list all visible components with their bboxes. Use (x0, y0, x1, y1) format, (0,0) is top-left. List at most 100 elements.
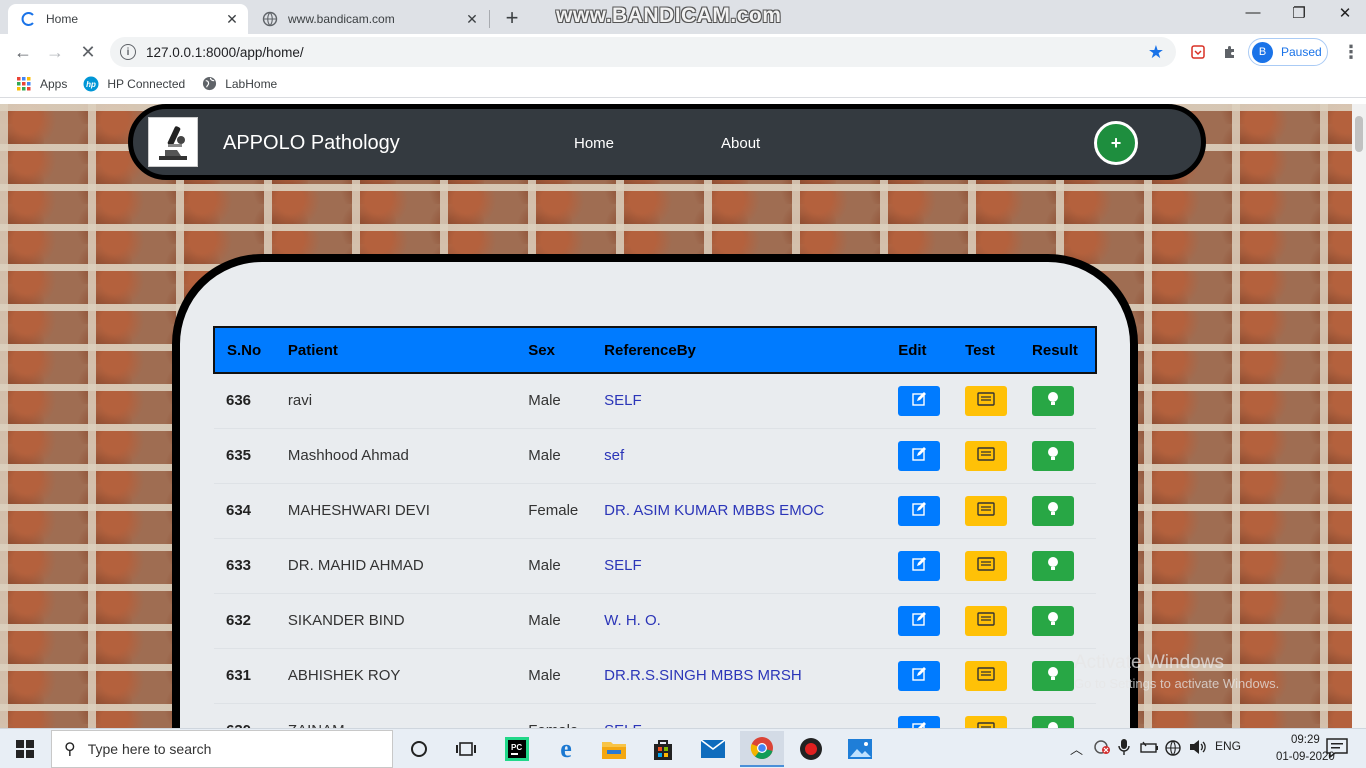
edit-button[interactable] (898, 495, 941, 526)
microscope-logo-icon[interactable] (148, 117, 198, 167)
edit-icon (911, 501, 927, 521)
stop-loading-button[interactable]: ✕ (75, 39, 101, 65)
lightbulb-icon (1046, 721, 1060, 728)
edit-button[interactable] (898, 385, 941, 416)
edit-button[interactable] (898, 550, 941, 581)
result-button[interactable] (1032, 550, 1075, 581)
minimize-button[interactable]: — (1230, 4, 1276, 28)
test-button[interactable] (965, 550, 1008, 581)
volume-icon[interactable] (1188, 739, 1208, 758)
profile-status: Paused (1281, 45, 1322, 59)
test-button[interactable] (965, 715, 1008, 728)
globe-icon (262, 11, 278, 27)
site-info-icon[interactable]: i (120, 44, 136, 60)
search-placeholder: Type here to search (87, 741, 212, 757)
extensions-puzzle-icon[interactable] (1220, 42, 1240, 62)
result-button[interactable] (1032, 495, 1075, 526)
cell-edit (886, 593, 954, 649)
windows-start-icon[interactable] (0, 729, 50, 768)
edit-button[interactable] (898, 440, 941, 471)
profile-button[interactable]: B Paused (1248, 38, 1328, 66)
taskbar-search-box[interactable]: ⚲ Type here to search (51, 730, 393, 768)
edit-icon (911, 611, 927, 631)
cell-edit (886, 703, 954, 728)
cell-test (953, 428, 1021, 484)
edge-browser-icon[interactable]: e (544, 731, 588, 767)
tab-bandicam[interactable]: www.bandicam.com ✕ (252, 4, 488, 34)
cell-result (1020, 593, 1096, 649)
url-text: 127.0.0.1:8000/app/home/ (146, 44, 304, 60)
nav-home-link[interactable]: Home (574, 135, 614, 152)
network-globe-icon[interactable] (1164, 739, 1182, 760)
new-tab-button[interactable]: + (500, 5, 524, 31)
cell-sex: Male (516, 428, 593, 484)
add-patient-button[interactable]: + (1094, 121, 1138, 165)
cell-test (953, 538, 1021, 594)
result-button[interactable] (1032, 660, 1075, 691)
cell-sex: Female (516, 483, 593, 539)
close-tab-icon[interactable]: ✕ (462, 11, 482, 28)
bookmark-hp-connected[interactable]: hp HP Connected (83, 76, 185, 92)
brand-name[interactable]: APPOLO Pathology (223, 132, 400, 155)
cell-sno: 630 (214, 703, 276, 728)
bandicam-record-icon[interactable] (789, 731, 833, 767)
test-button[interactable] (965, 495, 1008, 526)
close-window-button[interactable]: ✕ (1322, 4, 1366, 28)
tray-overflow-icon[interactable]: ︿ (1070, 739, 1083, 758)
photos-icon[interactable] (838, 731, 882, 767)
edit-button[interactable] (898, 715, 941, 728)
network-error-icon[interactable] (1093, 739, 1111, 758)
activation-line-1: Activate Windows (1074, 652, 1224, 673)
message-icon (977, 392, 995, 410)
result-button[interactable] (1032, 440, 1075, 471)
result-button[interactable] (1032, 385, 1075, 416)
edit-icon (911, 666, 927, 686)
cell-test (953, 373, 1021, 429)
scrollbar-thumb[interactable] (1355, 116, 1363, 152)
mail-icon[interactable] (691, 731, 735, 767)
cell-patient: Mashhood Ahmad (275, 428, 517, 484)
battery-plug-icon[interactable] (1140, 739, 1160, 758)
microsoft-store-icon[interactable] (641, 731, 685, 767)
bookmark-star-icon[interactable]: ★ (1148, 42, 1164, 63)
cell-reference: SELF (592, 703, 887, 728)
restore-button[interactable]: ❐ (1276, 4, 1322, 28)
test-button[interactable] (965, 385, 1008, 416)
forward-button[interactable]: → (42, 39, 68, 65)
bookmark-apps[interactable]: Apps (16, 76, 67, 92)
bookmark-label: HP Connected (107, 76, 186, 91)
cell-patient: MAHESHWARI DEVI (275, 483, 517, 539)
close-tab-icon[interactable]: ✕ (222, 11, 242, 28)
pocket-extension-icon[interactable] (1188, 42, 1208, 62)
file-explorer-icon[interactable] (592, 731, 636, 767)
chrome-icon[interactable] (740, 731, 784, 767)
cell-sno: 635 (214, 428, 276, 484)
microphone-icon[interactable] (1118, 739, 1130, 758)
test-button[interactable] (965, 440, 1008, 471)
cortana-icon[interactable] (397, 731, 441, 767)
language-indicator[interactable]: ENG (1215, 739, 1241, 753)
cell-test (953, 703, 1021, 728)
bookmarks-bar: Apps hp HP Connected LabHome (0, 70, 1366, 98)
bookmark-labhome[interactable]: LabHome (201, 76, 277, 92)
cell-reference: SELF (592, 538, 887, 594)
cell-result (1020, 703, 1096, 728)
address-bar[interactable]: i 127.0.0.1:8000/app/home/ ★ (110, 37, 1176, 67)
back-button[interactable]: ← (10, 39, 36, 65)
cell-patient: ABHISHEK ROY (275, 648, 517, 704)
browser-menu-icon[interactable]: ⋮ (1342, 42, 1360, 63)
test-button[interactable] (965, 660, 1008, 691)
test-button[interactable] (965, 605, 1008, 636)
result-button[interactable] (1032, 715, 1075, 728)
tab-home[interactable]: Home ✕ (8, 4, 248, 34)
edit-button[interactable] (898, 605, 941, 636)
edit-button[interactable] (898, 660, 941, 691)
result-button[interactable] (1032, 605, 1075, 636)
page-scrollbar[interactable] (1352, 104, 1366, 728)
nav-about-link[interactable]: About (721, 135, 760, 152)
pycharm-icon[interactable]: PC (495, 731, 539, 767)
tab-title: www.bandicam.com (288, 12, 395, 26)
cell-edit (886, 648, 954, 704)
notifications-icon[interactable] (1326, 738, 1348, 761)
task-view-icon[interactable] (444, 731, 488, 767)
